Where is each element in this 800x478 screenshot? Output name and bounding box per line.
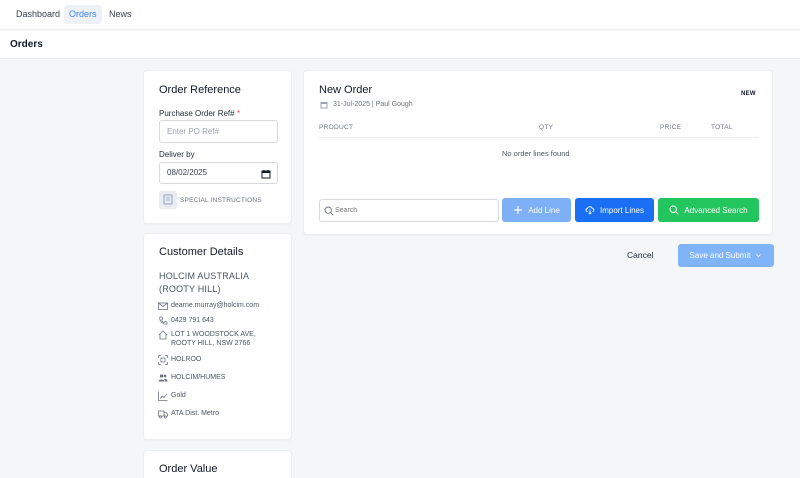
chevron-down-icon[interactable]	[755, 252, 762, 259]
po-ref-label: Purchase Order Ref# *	[159, 109, 240, 118]
cancel-button[interactable]: Cancel	[627, 250, 653, 260]
special-instructions-label[interactable]: SPECIAL INSTRUCTIONS	[180, 197, 262, 204]
deliver-by-label: Deliver by	[159, 150, 195, 159]
search-input[interactable]	[335, 200, 495, 221]
mail-icon	[158, 302, 168, 310]
add-line-button[interactable]: Add Line	[502, 198, 571, 222]
page-title: Orders	[10, 39, 43, 50]
line-search-field[interactable]	[319, 199, 499, 222]
save-and-submit-label: Save and Submit	[689, 251, 751, 260]
new-order-title: New Order	[319, 84, 373, 96]
advanced-search-label: Advanced Search	[684, 205, 748, 215]
column-header-qty: QTY	[539, 124, 554, 131]
import-lines-label: Import Lines	[599, 205, 645, 215]
customer-phone: 0429 791 643	[171, 317, 214, 324]
deliver-by-value: 08/02/2025	[167, 168, 208, 177]
table-divider	[319, 137, 759, 138]
top-nav: Dashboard Orders News	[0, 0, 800, 30]
customer-delivery: ATA Dist. Metro	[171, 410, 219, 417]
column-header-product: PRODUCT	[319, 124, 354, 131]
customer-name-line2: (ROOTY HILL)	[159, 284, 221, 294]
search-icon	[324, 206, 334, 216]
phone-icon	[159, 316, 168, 325]
calendar-icon[interactable]	[261, 169, 271, 179]
new-order-card: New Order NEW 31-Jul-2025 | Paul Gough P…	[303, 70, 773, 235]
plus-icon	[514, 206, 523, 214]
po-ref-label-text: Purchase Order Ref#	[159, 109, 235, 118]
truck-icon	[158, 410, 168, 419]
customer-group: HOLCIM/HUMES	[171, 374, 226, 381]
special-instructions-button[interactable]	[159, 191, 177, 209]
order-reference-title: Order Reference	[159, 84, 241, 96]
page-header: Orders	[0, 31, 800, 59]
customer-name-line1: HOLCIM AUSTRALIA	[159, 271, 250, 281]
order-reference-card: Order Reference Purchase Order Ref# * De…	[143, 70, 292, 224]
advanced-search-button[interactable]: Advanced Search	[658, 198, 759, 222]
trend-chart-icon	[158, 391, 168, 401]
customer-name: HOLCIM AUSTRALIA (ROOTY HILL)	[159, 270, 249, 296]
order-meta: 31-Jul-2025 | Paul Gough	[333, 101, 413, 108]
save-and-submit-button[interactable]: Save and Submit	[678, 244, 774, 267]
add-line-label: Add Line	[528, 205, 560, 215]
customer-address-line1: LOT 1 WOODSTOCK AVE,	[171, 331, 256, 338]
calendar-icon	[320, 102, 328, 109]
import-lines-button[interactable]: Import Lines	[575, 198, 654, 222]
empty-state-text: No order lines found	[502, 149, 570, 158]
column-header-total: TOTAL	[711, 124, 733, 131]
note-icon	[163, 194, 173, 205]
required-marker: *	[236, 109, 240, 118]
customer-details-title: Customer Details	[159, 246, 244, 258]
customer-details-card: Customer Details HOLCIM AUSTRALIA (ROOTY…	[143, 233, 292, 440]
home-icon	[158, 330, 168, 340]
scan-icon	[158, 355, 168, 365]
deliver-by-date-input[interactable]: 08/02/2025	[159, 162, 278, 184]
nav-dashboard[interactable]: Dashboard	[11, 5, 65, 24]
customer-code: HOLROO	[171, 356, 202, 363]
customer-email: dearne.murray@holcim.com	[171, 302, 260, 309]
status-badge: NEW	[741, 91, 756, 97]
search-icon	[669, 205, 680, 215]
column-header-price: PRICE	[660, 124, 682, 131]
nav-news[interactable]: News	[104, 5, 137, 24]
po-ref-input[interactable]	[159, 120, 278, 143]
order-value-card: Order Value	[143, 450, 292, 478]
order-value-title: Order Value	[159, 463, 218, 475]
nav-orders[interactable]: Orders	[64, 5, 102, 24]
customer-address-line2: ROOTY HILL, NSW 2766	[171, 340, 251, 347]
customer-tier: Gold	[171, 392, 186, 399]
cloud-download-icon	[585, 206, 595, 215]
users-icon	[158, 374, 168, 382]
